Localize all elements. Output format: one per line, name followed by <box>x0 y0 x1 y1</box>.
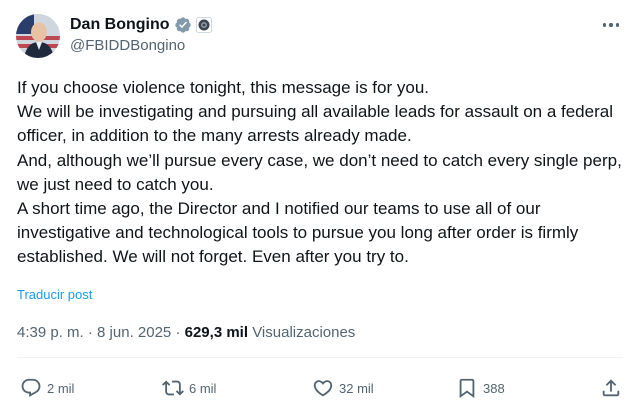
reply-button[interactable]: 2 mil <box>20 376 74 400</box>
verified-badge-icon[interactable] <box>174 16 192 34</box>
dot-icon <box>602 23 607 27</box>
like-count: 32 mil <box>339 380 374 396</box>
post-date[interactable]: 8 jun. 2025 <box>97 324 171 341</box>
bookmark-button[interactable]: 388 <box>456 376 505 400</box>
name-row: Dan Bongino <box>70 15 212 35</box>
meta-separator: · <box>87 324 93 341</box>
display-name[interactable]: Dan Bongino <box>70 16 170 34</box>
like-button[interactable]: 32 mil <box>312 376 374 400</box>
action-bar: 2 mil 6 mil 32 mil 388 <box>20 376 624 400</box>
tweet-paragraph: A short time ago, the Director and I not… <box>17 199 579 267</box>
repost-button[interactable]: 6 mil <box>162 376 216 400</box>
dot-icon <box>615 23 620 27</box>
tweet-paragraph: And, although we’ll pursue every case, w… <box>17 150 622 194</box>
repost-count: 6 mil <box>189 380 217 396</box>
share-button[interactable] <box>600 376 622 400</box>
tweet-meta: 4:39 p. m. · 8 jun. 2025 · 629,3 mil Vis… <box>17 324 355 341</box>
tweet-paragraph: If you choose violence tonight, this mes… <box>17 78 430 97</box>
bookmark-count: 388 <box>483 380 505 396</box>
translate-link[interactable]: Traducir post <box>17 287 92 302</box>
divider <box>17 357 623 358</box>
share-icon <box>602 379 620 397</box>
reply-icon <box>21 378 41 397</box>
tweet-header: Dan Bongino @FBIDDBongino <box>16 12 624 60</box>
tweet-paragraph: We will be investigating and pursuing al… <box>17 102 613 146</box>
bookmark-icon <box>459 378 475 399</box>
views-count: 629,3 mil <box>184 324 249 341</box>
heart-icon <box>313 380 333 397</box>
views-label: Visualizaciones <box>252 324 356 341</box>
repost-icon <box>162 380 184 396</box>
more-options-button[interactable] <box>600 16 622 34</box>
handle[interactable]: @FBIDDBongino <box>70 37 185 54</box>
post-time[interactable]: 4:39 p. m. <box>17 324 84 341</box>
avatar[interactable] <box>16 14 60 58</box>
dot-icon <box>609 23 613 27</box>
profile-photo <box>16 14 60 58</box>
government-seal-icon[interactable] <box>195 17 212 33</box>
meta-separator: · <box>175 324 181 341</box>
tweet-text: If you choose violence tonight, this mes… <box>17 76 629 270</box>
reply-count: 2 mil <box>47 380 75 396</box>
